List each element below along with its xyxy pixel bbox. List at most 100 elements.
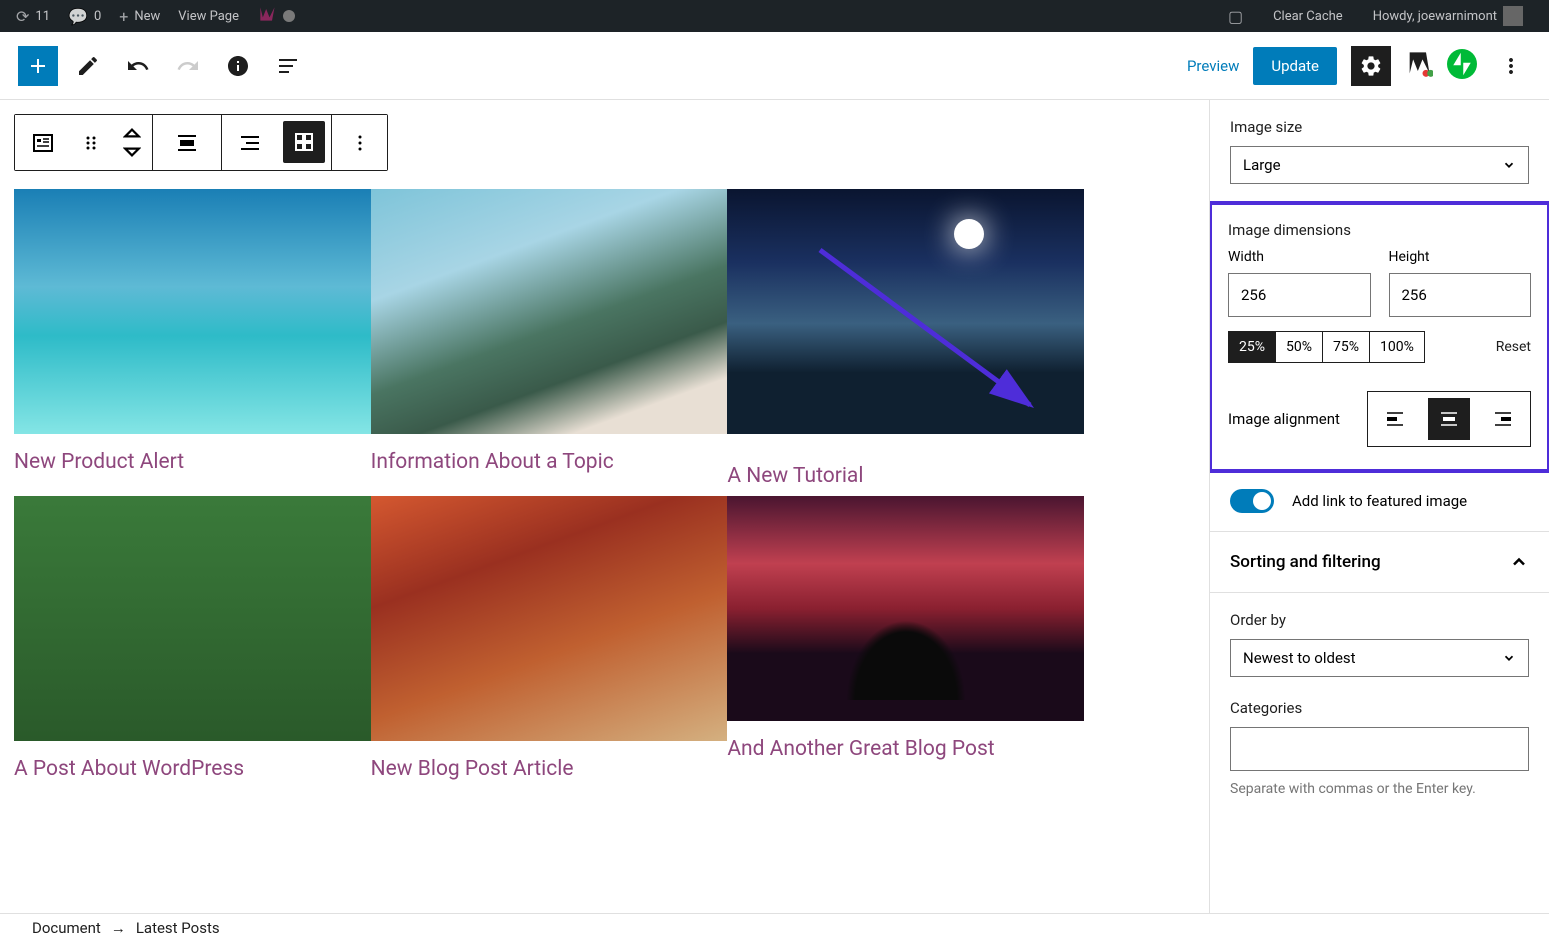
list-view-icon xyxy=(238,131,262,155)
breadcrumb-document[interactable]: Document xyxy=(32,919,101,937)
redo-button[interactable] xyxy=(168,46,208,86)
percent-buttons: 25% 50% 75% 100% xyxy=(1228,331,1425,363)
post-item[interactable]: A New Tutorial xyxy=(727,189,1084,496)
post-item[interactable]: New Product Alert xyxy=(14,189,371,496)
jetpack-button[interactable] xyxy=(1447,49,1477,83)
posts-grid: New Product Alert Information About a To… xyxy=(14,189,1084,789)
drag-icon xyxy=(79,131,103,155)
drag-handle[interactable] xyxy=(70,115,112,170)
post-title[interactable]: A New Tutorial xyxy=(727,434,1084,496)
dimensions-label: Image dimensions xyxy=(1228,221,1531,239)
settings-sidebar: Image size Large Image dimensions Width … xyxy=(1209,100,1549,941)
post-image xyxy=(727,189,1084,434)
comments-item[interactable]: 💬 0 xyxy=(60,7,109,26)
breadcrumb: Document → Latest Posts xyxy=(0,913,1549,941)
align-right-button[interactable] xyxy=(1476,392,1530,446)
latest-posts-icon xyxy=(31,131,55,155)
undo-button[interactable] xyxy=(118,46,158,86)
align-right-icon xyxy=(1491,407,1515,431)
image-size-select[interactable]: Large xyxy=(1230,146,1529,184)
featured-link-toggle[interactable] xyxy=(1230,489,1274,513)
view-page-item[interactable]: View Page xyxy=(170,9,247,24)
move-down-button[interactable] xyxy=(123,143,141,162)
admin-bar: ⟳ 11 💬 0 + New View Page ▢ Clear Cache xyxy=(0,0,1549,32)
image-dimensions-section: Image dimensions Width Height 25% 50% 75… xyxy=(1209,201,1549,473)
chevron-up-icon xyxy=(123,127,141,139)
post-item[interactable]: And Another Great Blog Post xyxy=(727,496,1084,789)
updates-item[interactable]: ⟳ 11 xyxy=(8,7,58,26)
post-title[interactable]: And Another Great Blog Post xyxy=(727,721,1084,769)
height-label: Height xyxy=(1389,249,1532,265)
plus-icon: + xyxy=(119,7,128,26)
image-size-label: Image size xyxy=(1230,118,1529,136)
post-item[interactable]: A Post About WordPress xyxy=(14,496,371,789)
pencil-icon xyxy=(76,54,100,78)
plus-icon xyxy=(26,54,50,78)
sorting-accordion-header[interactable]: Sorting and filtering xyxy=(1210,532,1549,593)
align-left-button[interactable] xyxy=(1368,392,1422,446)
post-title[interactable]: Information About a Topic xyxy=(371,434,728,482)
settings-button[interactable] xyxy=(1351,46,1391,86)
yoast-admin-item[interactable] xyxy=(249,4,303,28)
post-title[interactable]: New Product Alert xyxy=(14,434,371,482)
block-more-button[interactable] xyxy=(332,115,387,170)
percent-25-button[interactable]: 25% xyxy=(1229,332,1276,362)
new-label: New xyxy=(134,9,160,24)
sorting-title: Sorting and filtering xyxy=(1230,552,1381,572)
featured-link-section: Add link to featured image xyxy=(1210,471,1549,532)
grid-view-button[interactable] xyxy=(283,121,325,163)
post-title[interactable]: A Post About WordPress xyxy=(14,741,371,789)
align-button[interactable] xyxy=(153,115,221,170)
categories-label: Categories xyxy=(1230,699,1529,717)
featured-link-label: Add link to featured image xyxy=(1292,492,1467,510)
order-by-value: Newest to oldest xyxy=(1243,649,1356,667)
order-by-select[interactable]: Newest to oldest xyxy=(1230,639,1529,677)
edit-button[interactable] xyxy=(68,46,108,86)
move-up-button[interactable] xyxy=(123,124,141,143)
yoast-icon xyxy=(1405,50,1433,78)
outline-button[interactable] xyxy=(268,46,308,86)
chevron-down-icon xyxy=(1502,158,1516,172)
list-icon xyxy=(276,54,300,78)
editor-canvas[interactable]: New Product Alert Information About a To… xyxy=(0,100,1209,941)
chevron-down-icon xyxy=(1502,651,1516,665)
notifications-item[interactable]: ▢ xyxy=(1220,7,1251,26)
info-icon xyxy=(226,54,250,78)
updates-icon: ⟳ xyxy=(16,7,29,26)
post-item[interactable]: Information About a Topic xyxy=(371,189,728,496)
categories-input[interactable] xyxy=(1230,727,1529,771)
kebab-icon xyxy=(1499,54,1523,78)
updates-count: 11 xyxy=(35,9,50,24)
post-image xyxy=(14,496,371,741)
new-item[interactable]: + New xyxy=(111,7,168,26)
align-center-button[interactable] xyxy=(1428,398,1470,440)
clear-cache-item[interactable]: Clear Cache xyxy=(1265,9,1351,24)
clear-cache-label: Clear Cache xyxy=(1273,9,1343,24)
notification-icon: ▢ xyxy=(1228,7,1243,26)
breadcrumb-arrow: → xyxy=(111,919,126,937)
height-input[interactable] xyxy=(1389,273,1532,317)
preview-link[interactable]: Preview xyxy=(1187,57,1239,75)
block-toolbar xyxy=(14,114,388,171)
post-title[interactable]: New Blog Post Article xyxy=(371,741,728,789)
percent-75-button[interactable]: 75% xyxy=(1323,332,1370,362)
width-input[interactable] xyxy=(1228,273,1371,317)
add-block-button[interactable] xyxy=(18,46,58,86)
image-size-value: Large xyxy=(1243,156,1281,174)
update-button[interactable]: Update xyxy=(1253,47,1337,85)
image-size-section: Image size Large xyxy=(1210,100,1549,203)
more-options-button[interactable] xyxy=(1491,46,1531,86)
howdy-item[interactable]: Howdy, joewarnimont xyxy=(1365,6,1531,26)
post-item[interactable]: New Blog Post Article xyxy=(371,496,728,789)
reset-link[interactable]: Reset xyxy=(1496,339,1531,355)
percent-100-button[interactable]: 100% xyxy=(1370,332,1424,362)
block-type-button[interactable] xyxy=(15,115,70,170)
percent-50-button[interactable]: 50% xyxy=(1276,332,1323,362)
avatar xyxy=(1503,6,1523,26)
list-view-button[interactable] xyxy=(222,115,277,170)
post-image xyxy=(371,496,728,741)
post-image xyxy=(727,496,1084,721)
info-button[interactable] xyxy=(218,46,258,86)
yoast-button[interactable] xyxy=(1405,50,1433,82)
breadcrumb-latest-posts[interactable]: Latest Posts xyxy=(136,919,220,937)
